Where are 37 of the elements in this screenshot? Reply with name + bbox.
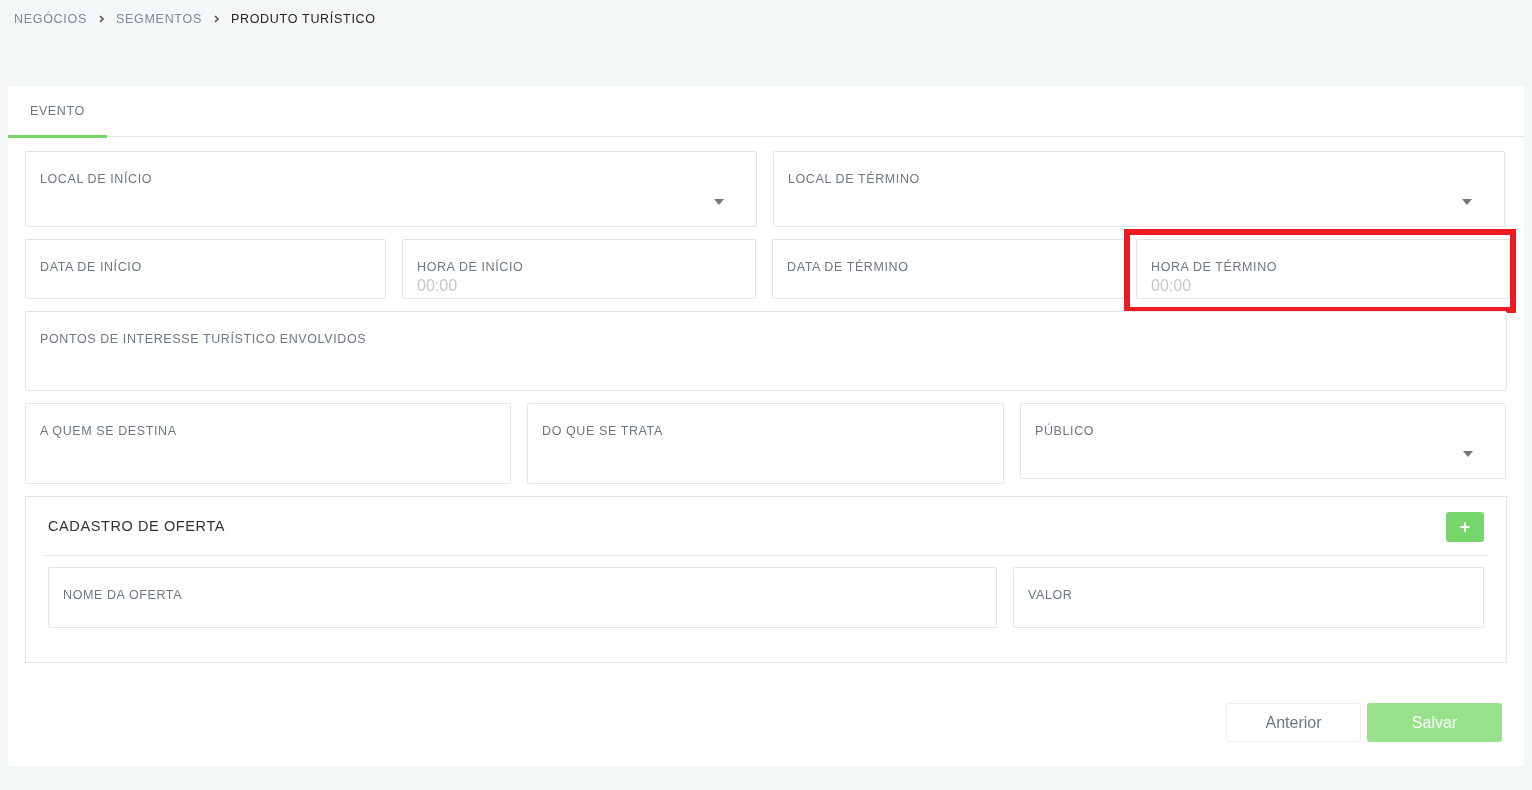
field-label: A QUEM SE DESTINA: [40, 424, 177, 438]
field-label: DATA DE INÍCIO: [40, 260, 142, 274]
select-field[interactable]: LOCAL DE INÍCIO: [25, 151, 757, 227]
input-field[interactable]: DO QUE SE TRATA: [527, 403, 1004, 484]
breadcrumb-item[interactable]: SEGMENTOS: [116, 12, 202, 26]
section-title: CADASTRO DE OFERTA: [48, 518, 226, 534]
input-field[interactable]: NOME DA OFERTA: [48, 567, 997, 628]
input-field[interactable]: PONTOS DE INTERESSE TURÍSTICO ENVOLVIDOS: [25, 311, 1507, 391]
breadcrumb-item[interactable]: NEGÓCIOS: [14, 12, 87, 26]
caret-icon: [1463, 451, 1473, 457]
time-input[interactable]: 00:00: [1151, 277, 1495, 295]
field-label: VALOR: [1028, 588, 1073, 602]
field-label: PONTOS DE INTERESSE TURÍSTICO ENVOLVIDOS: [40, 332, 367, 346]
field-label: DO QUE SE TRATA: [542, 424, 663, 438]
chevron-right-icon: [99, 15, 104, 23]
back-button[interactable]: Anterior: [1226, 703, 1361, 742]
input-field[interactable]: DATA DE INÍCIO: [25, 239, 386, 299]
input-field[interactable]: VALOR: [1013, 567, 1484, 628]
field-label: PÚBLICO: [1035, 424, 1095, 438]
field-label: LOCAL DE INÍCIO: [40, 172, 153, 186]
caret-icon: [1462, 199, 1472, 205]
input-field[interactable]: DATA DE TÉRMINO: [772, 239, 1126, 299]
field-label: HORA DE INÍCIO: [417, 260, 524, 274]
field-label: NOME DA OFERTA: [63, 588, 183, 602]
field-label: LOCAL DE TÉRMINO: [788, 172, 920, 186]
caret-icon: [714, 199, 724, 205]
select-field[interactable]: LOCAL DE TÉRMINO: [773, 151, 1505, 227]
field-label: HORA DE TÉRMINO: [1151, 260, 1278, 274]
input-field[interactable]: HORA DE INÍCIO 00:00: [402, 239, 756, 299]
select-field[interactable]: PÚBLICO: [1020, 403, 1506, 479]
chevron-right-icon: [213, 15, 219, 23]
tab[interactable]: EVENTO: [8, 86, 107, 138]
time-input[interactable]: 00:00: [417, 277, 741, 295]
breadcrumb-item: PRODUTO TURÍSTICO: [230, 12, 376, 26]
field-label: DATA DE TÉRMINO: [787, 260, 909, 274]
input-field[interactable]: A QUEM SE DESTINA: [25, 403, 511, 484]
input-field[interactable]: HORA DE TÉRMINO 00:00: [1136, 239, 1510, 299]
